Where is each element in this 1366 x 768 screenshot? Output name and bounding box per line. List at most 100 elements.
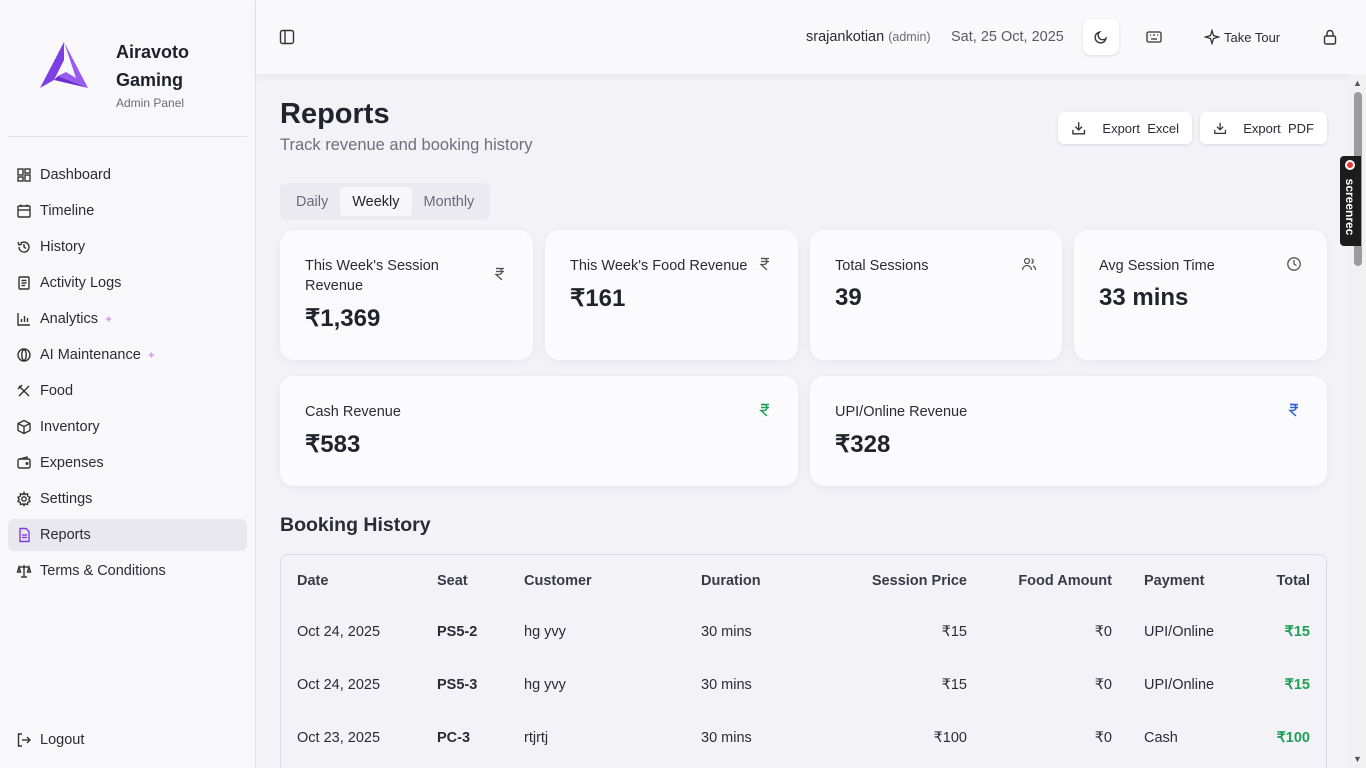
download-icon bbox=[1214, 122, 1227, 134]
column-header-payment[interactable]: Payment bbox=[1144, 573, 1204, 589]
card-label: UPI/Online Revenue bbox=[835, 404, 968, 420]
cell-total: ₹15 bbox=[1284, 677, 1310, 693]
tab-monthly[interactable]: Monthly bbox=[412, 187, 487, 216]
cell-customer: hg yvy bbox=[524, 624, 566, 640]
clock-icon bbox=[1287, 257, 1301, 271]
sidebar-item-analytics[interactable]: Analytics ✦ bbox=[8, 303, 247, 335]
tab-weekly[interactable]: Weekly bbox=[340, 187, 412, 216]
column-header-food-amount[interactable]: Food Amount bbox=[1018, 573, 1112, 589]
cell-food-amount: ₹0 bbox=[1094, 730, 1112, 746]
cell-food-amount: ₹0 bbox=[1094, 624, 1112, 640]
sidebar-item-label: Reports bbox=[40, 527, 91, 543]
utensils-icon bbox=[16, 383, 32, 399]
logout-icon bbox=[16, 732, 32, 748]
cell-payment: UPI/Online bbox=[1144, 624, 1215, 640]
cell-duration: 30 mins bbox=[701, 677, 752, 693]
cell-seat: PS5-3 bbox=[437, 677, 478, 693]
sidebar-item-label: AI Maintenance bbox=[40, 347, 141, 363]
card-value: 39 bbox=[835, 284, 862, 311]
cell-customer: hg yvy bbox=[524, 677, 566, 693]
gear-icon bbox=[16, 491, 32, 507]
sidebar-item-reports[interactable]: Reports bbox=[8, 519, 247, 551]
sidebar-item-timeline[interactable]: Timeline bbox=[8, 195, 247, 227]
user-info: srajankotian (admin) bbox=[806, 29, 931, 45]
export-pdf-label: Export PDF bbox=[1243, 120, 1314, 136]
user-role: (admin) bbox=[888, 30, 931, 44]
booking-history-title: Booking History bbox=[280, 514, 431, 536]
take-tour-button[interactable]: Take Tour bbox=[1204, 29, 1280, 45]
export-excel-button[interactable]: Export Excel bbox=[1058, 112, 1192, 144]
total-sessions-card: Total Sessions 39 bbox=[810, 230, 1062, 360]
column-header-customer[interactable]: Customer bbox=[524, 573, 592, 589]
cell-session-price: ₹15 bbox=[941, 624, 967, 640]
dashboard-icon bbox=[16, 167, 32, 183]
document-icon bbox=[16, 527, 32, 543]
card-label: This Week's Session Revenue bbox=[305, 258, 439, 294]
cell-seat: PS5-2 bbox=[437, 624, 478, 640]
column-header-duration[interactable]: Duration bbox=[701, 573, 761, 589]
cell-total: ₹15 bbox=[1284, 624, 1310, 640]
sidebar-item-terms[interactable]: Terms & Conditions bbox=[8, 555, 247, 587]
brand-logo-icon bbox=[40, 42, 88, 88]
card-label: This Week's Food Revenue bbox=[570, 258, 748, 274]
logs-icon bbox=[16, 275, 32, 291]
brand-name-line1: Airavoto bbox=[116, 42, 190, 62]
keyboard-icon[interactable] bbox=[1145, 28, 1163, 46]
page-subtitle: Track revenue and booking history bbox=[280, 136, 533, 154]
export-pdf-button[interactable]: Export PDF bbox=[1200, 112, 1327, 144]
column-header-date[interactable]: Date bbox=[297, 573, 328, 589]
globe-icon bbox=[16, 347, 32, 363]
sidebar-item-label: Expenses bbox=[40, 455, 104, 471]
history-icon bbox=[16, 239, 32, 255]
avg-session-time-card: Avg Session Time 33 mins bbox=[1074, 230, 1327, 360]
cash-revenue-card: Cash Revenue ₹583 bbox=[280, 376, 798, 486]
card-value: 33 mins bbox=[1099, 284, 1189, 311]
rupee-icon bbox=[759, 403, 769, 417]
scroll-up-arrow-icon[interactable]: ▲ bbox=[1353, 78, 1362, 88]
column-header-total[interactable]: Total bbox=[1276, 573, 1310, 589]
users-icon bbox=[1021, 257, 1037, 271]
scroll-down-arrow-icon[interactable]: ▼ bbox=[1353, 754, 1362, 764]
tab-daily[interactable]: Daily bbox=[284, 187, 340, 216]
cell-session-price: ₹15 bbox=[941, 677, 967, 693]
cell-food-amount: ₹0 bbox=[1094, 677, 1112, 693]
sparkle-icon: ✦ bbox=[146, 349, 156, 362]
cell-payment: Cash bbox=[1144, 730, 1178, 746]
cell-payment: UPI/Online bbox=[1144, 677, 1215, 693]
rupee-icon bbox=[494, 267, 504, 281]
lock-icon[interactable] bbox=[1321, 28, 1339, 46]
sidebar-item-settings[interactable]: Settings bbox=[8, 483, 247, 515]
theme-toggle-button[interactable] bbox=[1083, 19, 1119, 55]
sidebar-item-dashboard[interactable]: Dashboard bbox=[8, 159, 247, 191]
sidebar-item-food[interactable]: Food bbox=[8, 375, 247, 407]
topbar: srajankotian (admin) Sat, 25 Oct, 2025 T… bbox=[256, 0, 1366, 74]
sidebar-item-activity-logs[interactable]: Activity Logs bbox=[8, 267, 247, 299]
record-dot-icon bbox=[1345, 160, 1355, 170]
cell-duration: 30 mins bbox=[701, 730, 752, 746]
sidebar-toggle-icon[interactable] bbox=[278, 28, 296, 46]
scale-icon bbox=[16, 563, 32, 579]
cell-date: Oct 24, 2025 bbox=[297, 677, 381, 693]
brand-name-line2: Gaming bbox=[116, 70, 184, 90]
logout-button[interactable]: Logout bbox=[16, 732, 84, 748]
card-value: ₹1,369 bbox=[305, 305, 381, 332]
sidebar-item-label: Food bbox=[40, 383, 74, 399]
brand-subtitle: Admin Panel bbox=[116, 96, 185, 110]
sidebar-item-history[interactable]: History bbox=[8, 231, 247, 263]
period-tabs: Daily Weekly Monthly bbox=[280, 183, 491, 220]
food-revenue-card: This Week's Food Revenue ₹161 bbox=[545, 230, 798, 360]
card-label: Avg Session Time bbox=[1099, 258, 1215, 274]
sidebar-item-expenses[interactable]: Expenses bbox=[8, 447, 247, 479]
sidebar-item-ai-maintenance[interactable]: AI Maintenance ✦ bbox=[8, 339, 247, 371]
moon-icon bbox=[1094, 30, 1108, 44]
column-header-seat[interactable]: Seat bbox=[437, 573, 468, 589]
card-value: ₹583 bbox=[305, 431, 361, 458]
brand[interactable]: Airavoto Gaming Admin Panel bbox=[36, 38, 189, 110]
sidebar-item-inventory[interactable]: Inventory bbox=[8, 411, 247, 443]
sidebar-divider bbox=[8, 136, 247, 137]
column-header-session-price[interactable]: Session Price bbox=[872, 573, 967, 589]
logout-label: Logout bbox=[40, 732, 85, 748]
screenrec-widget[interactable]: screenrec bbox=[1340, 156, 1361, 246]
wallet-icon bbox=[16, 455, 32, 471]
rupee-icon bbox=[1288, 403, 1298, 417]
